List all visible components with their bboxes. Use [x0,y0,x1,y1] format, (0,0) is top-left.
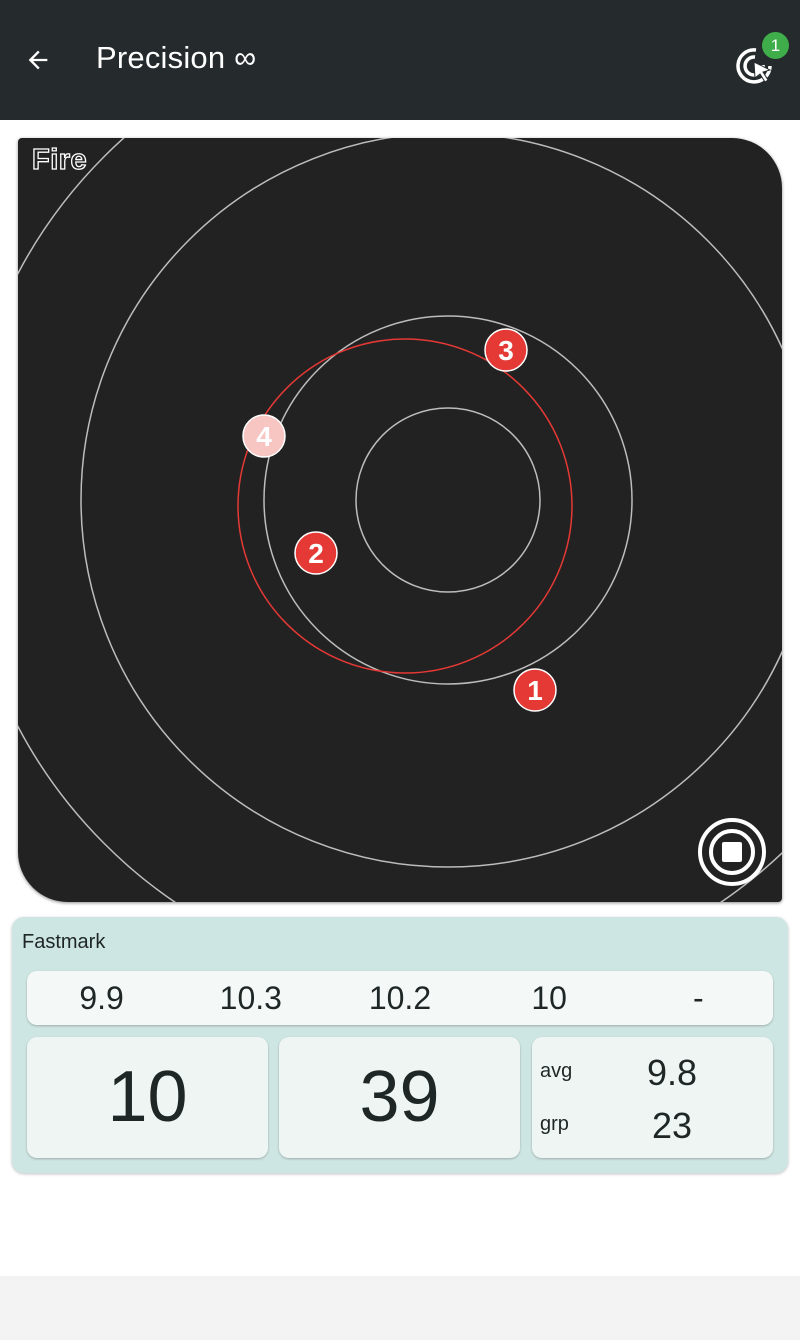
shot-marker-1[interactable]: 1 [513,668,557,712]
shot-values-row: 9.9 10.3 10.2 10 - [27,971,773,1025]
page-title: Precision ∞ [96,40,257,75]
back-button[interactable] [16,38,60,82]
shot-marker-4[interactable]: 4 [242,414,286,458]
bottom-bar [0,1276,800,1340]
total-score: 39 [359,1057,440,1137]
stop-button[interactable] [698,818,766,886]
target-ring-2 [263,315,633,685]
last-score-box: 10 [27,1037,268,1158]
total-score-box: 39 [279,1037,520,1158]
stats-box: avg 9.8 grp 23 [532,1037,773,1158]
target-ring-inner [355,407,541,593]
avg-value: 9.8 [646,1052,698,1093]
target-ring-outer [18,138,782,902]
panel-title: Fastmark [22,931,106,953]
mode-label: Fire [31,143,88,176]
shot-value: - [693,980,704,1016]
group-circle [237,338,573,674]
shot-value: 10.2 [368,980,432,1016]
app-bar: Precision ∞ 1 [0,0,800,120]
avg-label: avg [540,1060,573,1082]
shot-marker-2[interactable]: 2 [294,531,338,575]
last-score: 10 [107,1057,188,1137]
shot-marker-label: 1 [527,675,543,706]
target-area[interactable]: 1 2 3 4 Fire [18,138,782,902]
shot-marker-3[interactable]: 3 [484,328,528,372]
target-rings: 1 2 3 4 [18,138,782,902]
shot-value: 10 [531,980,567,1016]
arrow-left-icon [28,50,48,70]
shot-marker-label: 2 [308,538,324,569]
grp-value: 23 [651,1105,693,1146]
shot-value: 10.3 [219,980,282,1016]
stop-icon [709,829,755,875]
shot-marker-label: 4 [256,421,272,452]
notification-badge: 1 [762,32,789,59]
shot-value: 9.9 [79,980,124,1016]
score-panel: Fastmark 9.9 10.3 10.2 10 - 10 39 avg 9.… [12,917,788,1173]
target-ring-3 [80,138,782,868]
shot-marker-label: 3 [498,335,514,366]
grp-label: grp [540,1113,569,1135]
